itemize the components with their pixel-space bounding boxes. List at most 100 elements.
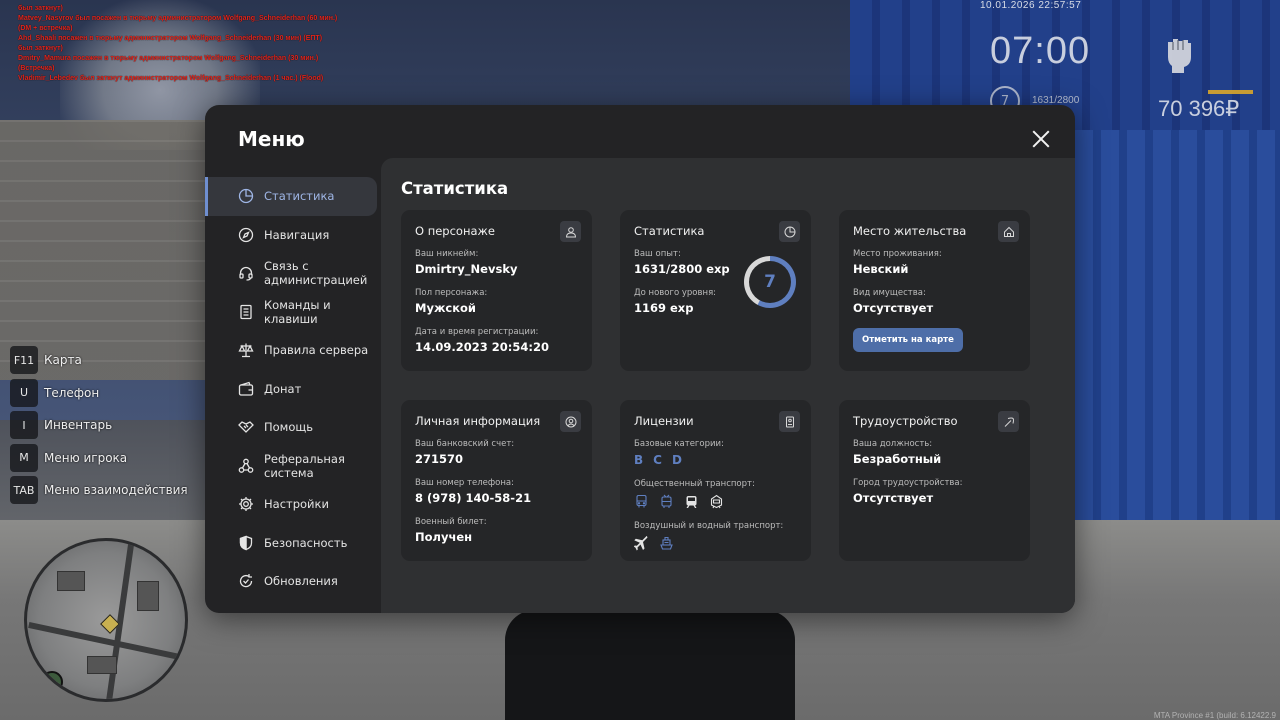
- property-value: Отсутствует: [853, 301, 934, 315]
- user-circle-icon: [560, 411, 581, 432]
- sidebar-item-label: Реферальная система: [264, 451, 345, 480]
- card-personal-info: Личная информация Ваш банковский счет: 2…: [401, 400, 592, 561]
- trolleybus-icon: [661, 494, 672, 508]
- hud-money-bar: [1208, 90, 1253, 94]
- hotkey-key: F11: [10, 346, 38, 374]
- page-title: Статистика: [401, 179, 509, 198]
- sidebar-item-settings[interactable]: Настройки: [205, 485, 377, 524]
- content-panel: Статистика О персонаже Ваш никнейм: Dmir…: [381, 158, 1075, 613]
- card-title: О персонаже: [415, 224, 495, 238]
- game-background-wall: [0, 120, 230, 380]
- hotkey-label: Карта: [44, 353, 82, 367]
- metro-icon: [710, 494, 723, 509]
- hotkey-key: M: [10, 443, 38, 472]
- mark-on-map-button[interactable]: Отметить на карте: [853, 328, 963, 352]
- sidebar-item-label: Связь с администрацией: [264, 259, 368, 288]
- sidebar-item-security[interactable]: Безопасность: [205, 524, 377, 563]
- sidebar-item-updates[interactable]: Обновления: [205, 562, 377, 601]
- home-icon: [998, 221, 1019, 242]
- minimap-building: [87, 656, 117, 674]
- menu-title: Меню: [238, 127, 305, 151]
- pie-chart-icon: [238, 189, 254, 204]
- id-card-icon: [779, 411, 800, 432]
- chat-line: Ahd_Shaali посажен в тюрьму администрато…: [18, 35, 323, 42]
- hotkey-map: F11 Карта: [10, 346, 188, 374]
- sidebar-item-rules[interactable]: Правила сервера: [205, 331, 377, 370]
- chat-line: Dmitry_Mamura посажен в тюрьму администр…: [18, 55, 319, 72]
- user-icon: [560, 221, 581, 242]
- sidebar-item-donate[interactable]: Донат: [205, 370, 377, 409]
- air-water-label: Воздушный и водный транспорт:: [634, 521, 784, 531]
- build-version: MTA Province #1 (build: 6.12422.9: [1153, 711, 1276, 720]
- close-button[interactable]: [1031, 129, 1051, 149]
- pie-chart-icon: [779, 221, 800, 242]
- license-category: D: [671, 453, 682, 467]
- registration-label: Дата и время регистрации:: [415, 327, 539, 337]
- minimap-blip-icon: [41, 671, 63, 693]
- hotkey-label: Телефон: [44, 385, 100, 400]
- license-category: C: [653, 453, 662, 467]
- sidebar-item-label: Настройки: [264, 497, 329, 512]
- game-background-container-near: [1075, 130, 1280, 550]
- player-character: [505, 610, 795, 720]
- card-title: Статистика: [634, 224, 705, 238]
- sidebar-item-label: Команды и клавиши: [264, 297, 331, 326]
- sidebar-item-commands[interactable]: Команды и клавиши: [205, 293, 377, 332]
- hud-date: 10.01.2026 22:57:57: [980, 0, 1082, 11]
- network-icon: [238, 458, 254, 473]
- gender-label: Пол персонажа:: [415, 288, 488, 298]
- refresh-icon: [239, 574, 253, 588]
- minimap-building: [137, 581, 159, 611]
- hotkey-label: Инвентарь: [44, 418, 113, 432]
- card-character: О персонаже Ваш никнейм: Dmirtry_Nevsky …: [401, 210, 592, 371]
- license-category: B: [634, 453, 644, 467]
- sidebar-item-statistics[interactable]: Статистика: [205, 177, 377, 216]
- position-label: Ваша должность:: [853, 439, 933, 449]
- chat-log: был заткнут) Matvey_Nasyrov был посажен …: [18, 4, 338, 84]
- hotkey-label: Меню взаимодействия: [44, 483, 188, 497]
- military-label: Военный билет:: [415, 517, 487, 527]
- card-statistics: Статистика Ваш опыт: 1631/2800 exp До но…: [620, 210, 811, 371]
- sidebar-item-referral[interactable]: Реферальная система: [205, 447, 377, 486]
- card-title: Личная информация: [415, 414, 541, 428]
- hotkey-inventory: I Инвентарь: [10, 411, 188, 439]
- shield-icon: [239, 535, 253, 551]
- sidebar-item-label: Безопасность: [264, 535, 348, 550]
- gender-value: Мужской: [415, 301, 476, 315]
- hotkey-phone: U Телефон: [10, 378, 188, 407]
- sidebar-item-label: Обновления: [264, 574, 338, 589]
- handshake-icon: [238, 421, 254, 434]
- bank-label: Ваш банковский счет:: [415, 439, 515, 449]
- card-licenses: Лицензии Базовые категории: B C D Общест…: [620, 400, 811, 561]
- wallet-icon: [238, 381, 254, 396]
- sidebar-item-label: Навигация: [264, 227, 330, 242]
- card-title: Трудоустройство: [853, 414, 958, 428]
- nickname-label: Ваш никнейм:: [415, 249, 479, 259]
- sidebar-item-label: Правила сервера: [264, 343, 369, 358]
- hotkey-key: TAB: [10, 476, 38, 504]
- license-categories: B C D: [634, 453, 797, 467]
- position-value: Безработный: [853, 452, 942, 466]
- card-residence: Место жительства Место проживания: Невск…: [839, 210, 1030, 371]
- chat-line: Vladimir_Lebedev был заткнут администрат…: [18, 75, 324, 82]
- public-transport-label: Общественный транспорт:: [634, 479, 755, 489]
- sidebar-item-contact-admin[interactable]: Связь с администрацией: [205, 254, 377, 293]
- phone-value: 8 (978) 140-58-21: [415, 491, 532, 505]
- base-categories-label: Базовые категории:: [634, 439, 724, 449]
- airplane-icon: [634, 536, 648, 551]
- card-title: Место жительства: [853, 224, 967, 238]
- property-label: Вид имущества:: [853, 288, 926, 298]
- sidebar-item-help[interactable]: Помощь: [205, 408, 377, 447]
- hotkey-key: I: [10, 411, 38, 439]
- work-city-value: Отсутствует: [853, 491, 934, 505]
- bus-icon: [636, 494, 647, 508]
- fist-icon: [1168, 39, 1191, 73]
- hotkey-player-menu: M Меню игрока: [10, 443, 188, 472]
- tram-icon: [686, 496, 697, 508]
- military-value: Получен: [415, 530, 473, 544]
- hotkey-label: Меню игрока: [44, 450, 128, 465]
- bank-value: 271570: [415, 452, 464, 466]
- minimap-building: [57, 571, 85, 591]
- sidebar-item-navigation[interactable]: Навигация: [205, 216, 377, 255]
- public-transport-icons: [634, 494, 797, 509]
